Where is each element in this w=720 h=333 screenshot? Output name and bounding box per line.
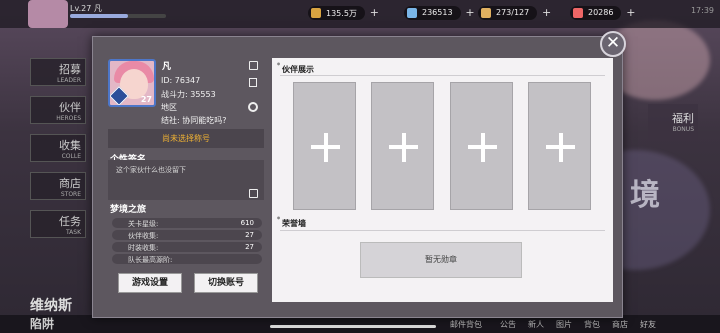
event-banner-title[interactable]: 维纳斯 [30,295,72,315]
journey-heading: 梦境之旅 [110,205,147,215]
profile-name: 凡 [162,62,172,72]
region-settings-icon[interactable] [245,99,261,115]
honor-wall-heading: 荣誉墙 [276,214,306,229]
currency-gold: 135.5万 + [308,6,379,20]
partner-slot-4[interactable] [528,82,591,210]
currency-ticket: 20286 + [570,6,635,20]
copy-id-icon[interactable] [249,78,257,87]
nav-bag[interactable]: 背包 [584,319,600,330]
stamina-icon [481,8,491,18]
nav-gallery[interactable]: 图片 [556,319,572,330]
nav-shop[interactable]: 商店 [612,319,628,330]
add-stamina-button[interactable]: + [542,6,551,19]
game-settings-button[interactable]: 游戏设置 [118,273,182,293]
hud-level: Lv.27 凡 [70,4,102,13]
profile-id: ID: 76347 [161,76,201,85]
profile-panel: 27 凡 ID: 76347 战斗力: 35553 地区 结社: 协同能吃吗? … [100,55,265,300]
partner-slot-1[interactable] [293,82,356,210]
gold-icon [311,8,321,18]
clock: 17:39 [690,6,714,15]
edit-signature-icon[interactable] [249,189,258,198]
signature-text: 这个家伙什么也没留下 [116,166,186,174]
menu-leader[interactable]: 招募 LEADER [30,58,86,86]
divider [280,75,605,76]
currency-stamina: 273/127 + [478,6,551,20]
diamond-icon [407,8,417,18]
close-button[interactable]: ✕ [600,31,626,57]
nav-friends[interactable]: 好友 [640,319,656,330]
no-medal-placeholder: 暂无勋章 [360,242,522,278]
currency-diamond: 236513 + [404,6,475,20]
avatar-level: 27 [140,95,152,104]
profile-power: 战斗力: 35553 [161,90,216,99]
home-indicator [270,325,436,328]
partner-showcase-heading: 伙伴展示 [276,60,314,75]
menu-task[interactable]: 任务 TASK [30,210,86,238]
profile-avatar[interactable]: 27 [108,59,156,107]
partner-slot-2[interactable] [371,82,434,210]
add-gold-button[interactable]: + [370,6,379,19]
partner-slot-3[interactable] [450,82,513,210]
profile-guild: 结社: 协同能吃吗? [161,116,227,125]
menu-store[interactable]: 商店 STORE [30,172,86,200]
divider [280,230,605,231]
menu-collection[interactable]: 收集 COLLE [30,134,86,162]
scene-title-glyph: 境 [630,178,660,213]
menu-heroes[interactable]: 伙伴 HEROES [30,96,86,124]
title-selector[interactable]: 尚未选择称号 [108,129,264,148]
nav-notice[interactable]: 公告 [500,319,516,330]
ticket-icon [573,8,583,18]
switch-account-button[interactable]: 切换账号 [194,273,258,293]
profile-region: 地区 [161,103,177,112]
exp-bar [70,14,166,18]
top-hud: Lv.27 凡 135.5万 + 236513 + 273/127 + 20286 + … [0,0,720,28]
nav-mail[interactable]: 邮件背包 [450,319,482,330]
stat-row: 时装收集: 27 [112,242,262,252]
stat-row: 关卡星级: 610 [112,218,262,228]
showcase-panel: 伙伴展示 荣誉墙 暂无勋章 [272,58,613,302]
hud-avatar[interactable] [28,0,68,28]
event-banner-subtitle: 陷阱 [30,317,55,331]
bonus-button[interactable]: 福利 BONUS [648,104,698,144]
add-ticket-button[interactable]: + [626,6,635,19]
stat-row: 队长最高源阶: [112,254,262,264]
add-diamond-button[interactable]: + [465,6,474,19]
close-icon: ✕ [605,33,621,53]
edit-name-icon[interactable] [249,61,258,70]
journey-stats: 关卡星级: 610 伙伴收集: 27 时装收集: 27 队长最高源阶: [112,218,262,266]
nav-newbie[interactable]: 新人 [528,319,544,330]
stat-row: 伙伴收集: 27 [112,230,262,240]
